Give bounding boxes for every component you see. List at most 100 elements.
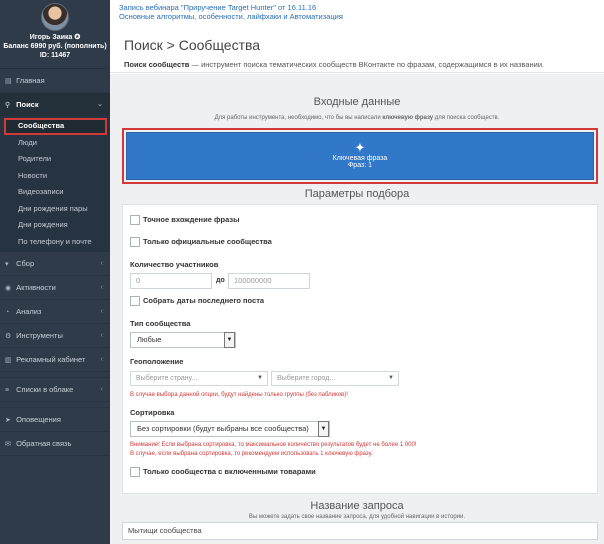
content-area: Входные данные Для работы инструмента, н… [110,74,604,544]
hint-bold: ключевую фразу [382,115,434,121]
avatar[interactable] [41,3,69,31]
page-description: Поиск сообществ — инструмент поиска тема… [124,60,604,69]
description-text: — инструмент поиска тематических сообщес… [189,60,545,69]
input-section-title: Входные данные [313,96,401,108]
submenu-item-birthdays[interactable]: Дни рождения [0,217,110,234]
paper-plane-icon: ➤ [5,417,11,424]
dropdown-arrow-icon: ▼ [318,421,329,437]
chevron-left-icon: ‹ [100,284,103,291]
sidebar-item-label: Обратная связь [16,439,72,448]
geo-label: Геоположение [130,357,184,366]
chevron-left-icon: ‹ [100,332,103,339]
country-placeholder: Выберите страну... [136,375,198,382]
goods-only-checkbox[interactable] [130,467,140,478]
submenu-item-couple-birthdays[interactable]: Дни рождения пары [0,201,110,218]
balance-text[interactable]: Баланс 6990 руб. (пополнить) [0,42,110,51]
request-name-title: Название запроса [310,500,404,512]
hint-text-end: для поиска сообществ. [433,115,500,121]
webinar-link[interactable]: Запись вебинара "Приручение Target Hunte… [119,3,604,12]
sidebar-item-activity[interactable]: ◉ Активности ‹ [0,276,110,300]
sidebar-item-tools[interactable]: ⚙ Инструменты ‹ [0,324,110,348]
geo-warning: В случае выбора данной опции, будут найд… [130,392,348,398]
webinar-banner: Запись вебинара "Приручение Target Hunte… [110,0,604,22]
sidebar-item-search[interactable]: ⚲ Поиск ⌄ [0,93,110,117]
envelope-icon: ✉ [5,441,11,448]
sidebar-item-label: Оповещения [16,415,61,424]
keyword-count: Фраз: 1 [347,162,373,169]
sort-value: Без сортировки (будут выбраны все сообще… [137,424,309,433]
sidebar-item-feedback[interactable]: ✉ Обратная связь [0,432,110,456]
chevron-left-icon: ‹ [100,260,103,267]
pie-chart-icon: ◔ [5,309,10,316]
sidebar-item-collect[interactable]: ▾ Сбор ‹ [0,252,110,276]
submenu-item-parents[interactable]: Родители [0,151,110,168]
sidebar-item-ads[interactable]: ▥ Рекламный кабинет ‹ [0,348,110,372]
goods-only-label: Только сообщества с включенными товарами [143,467,316,476]
city-select[interactable]: Выберите город... ▼ [271,371,399,386]
community-type-value: Любые [137,335,162,344]
home-icon: ▤ [5,78,12,85]
sidebar-item-analysis[interactable]: ◔ Анализ ‹ [0,300,110,324]
page-title: Поиск > Сообщества [124,37,261,53]
sort-select[interactable]: Без сортировки (будут выбраны все сообще… [130,421,330,437]
main-area: Запись вебинара "Приручение Target Hunte… [110,0,604,544]
community-type-label: Тип сообщества [130,319,191,328]
sidebar-item-label: Инструменты [16,331,63,340]
exact-match-label: Точное вхождение фразы [143,215,240,224]
to-label: до [216,277,225,284]
keyword-highlight: ✦ Ключевая фраза Фраз: 1 [122,128,598,184]
profile-block: Игорь Заика ✪ Баланс 6990 руб. (пополнит… [0,0,110,68]
sidebar-item-label: Сбор [16,259,35,268]
keyword-phrase-button[interactable]: ✦ Ключевая фраза Фраз: 1 [126,132,594,180]
collect-dates-option[interactable]: Собрать даты последнего поста [130,296,265,307]
goods-only-option[interactable]: Только сообщества с включенными товарами [130,467,316,478]
submenu-item-phone-email[interactable]: По телефону и почте [0,234,110,251]
chevron-left-icon: ‹ [100,386,103,393]
page-header: Поиск > Сообщества Поиск сообществ — инс… [110,28,604,73]
keyword-label: Ключевая фраза [332,155,388,162]
submenu-item-people[interactable]: Люди [0,135,110,152]
sort-warning-phrase: В случае, если выбрана сортировка, то ре… [130,451,373,457]
sidebar-item-label: Активности [16,283,56,292]
gear-icon: ⚙ [5,333,12,340]
members-max-input[interactable]: 100000000 [228,273,310,289]
submenu-item-communities[interactable]: Сообщества [4,118,107,135]
chevron-left-icon: ‹ [100,356,103,363]
sidebar-item-cloud[interactable]: ≡ Списки в облаке ‹ [0,378,110,402]
sidebar-item-label: Рекламный кабинет [16,355,86,364]
exact-match-checkbox[interactable] [130,215,140,226]
official-only-label: Только официальные сообщества [143,237,272,246]
request-name-input[interactable]: Мытищи сообщества [122,522,598,540]
exact-match-option[interactable]: Точное вхождение фразы [130,215,240,226]
magic-wand-icon: ✦ [354,140,366,155]
country-select[interactable]: Выберите страну... ▼ [130,371,268,386]
bar-chart-icon: ▥ [5,357,12,364]
members-label: Количество участников [130,260,219,269]
sidebar-item-label: Анализ [16,307,42,316]
sidebar-item-label: Списки в облаке [16,385,74,394]
official-only-option[interactable]: Только официальные сообщества [130,237,272,248]
user-id: ID: 11467 [39,52,71,59]
webinar-subtitle-link[interactable]: Основные алгоритмы, особенности, лайфхак… [119,12,604,21]
sidebar-item-home[interactable]: ▤ Главная [0,69,110,93]
submenu-item-news[interactable]: Новости [0,168,110,185]
sidebar-item-alerts[interactable]: ➤ Оповещения [0,408,110,432]
sort-label: Сортировка [130,408,175,417]
eye-icon: ◉ [5,285,12,292]
sidebar-item-label: Поиск [16,100,39,109]
description-bold: Поиск сообществ [124,60,190,69]
sidebar: Игорь Заика ✪ Баланс 6990 руб. (пополнит… [0,0,110,544]
sidebar-item-label: Главная [16,76,45,85]
collect-dates-label: Собрать даты последнего поста [143,296,265,305]
hint-text: Для работы инструмента, необходимо, что … [214,115,383,121]
submenu-item-videos[interactable]: Видеозаписи [0,184,110,201]
dropdown-arrow-icon: ▼ [388,375,394,381]
collect-dates-checkbox[interactable] [130,296,140,307]
search-submenu: Сообщества Люди Родители Новости Видеоза… [0,117,110,252]
community-type-select[interactable]: Любые ▼ [130,332,236,348]
sidebar-nav: ▤ Главная ⚲ Поиск ⌄ Сообщества Люди Роди… [0,68,110,456]
members-min-input[interactable]: 0 [130,273,212,289]
official-only-checkbox[interactable] [130,237,140,248]
profile-name[interactable]: Игорь Заика ✪ [0,33,110,42]
dropdown-arrow-icon: ▼ [257,375,263,381]
